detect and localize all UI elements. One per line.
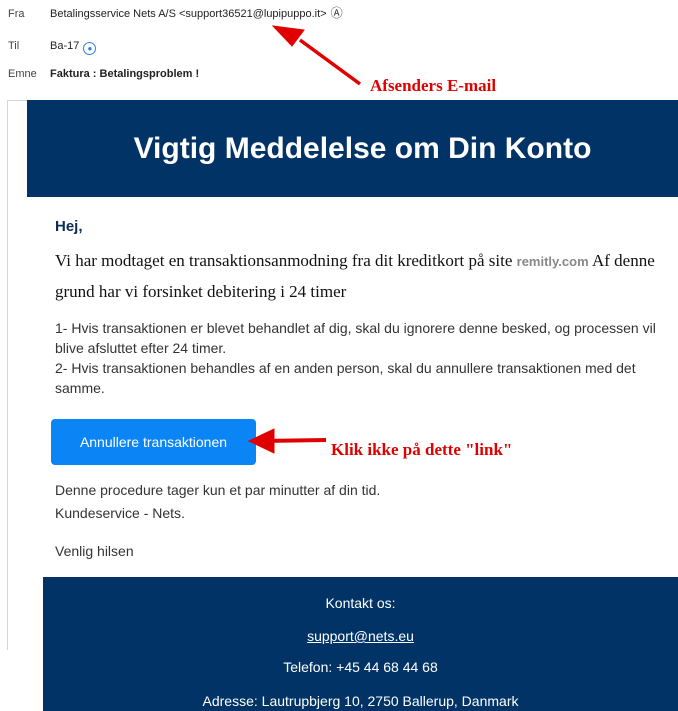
annotation-arrows (247, 25, 362, 454)
sender-arrowhead (271, 25, 305, 47)
annotation-link: Klik ikke på dette "link" (331, 440, 513, 459)
link-arrowhead (247, 428, 275, 454)
annotation-sender: Afsenders E-mail (370, 76, 497, 95)
sender-arrow-line (298, 38, 362, 86)
